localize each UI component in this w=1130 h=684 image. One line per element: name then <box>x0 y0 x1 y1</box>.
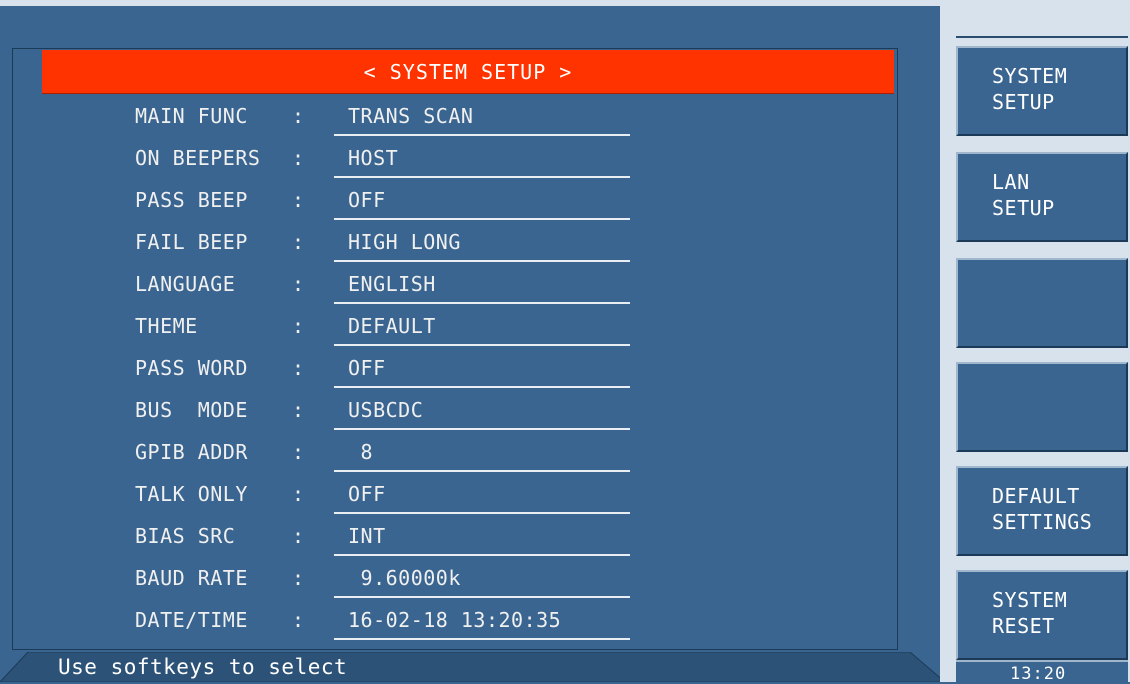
setting-value-underline <box>334 134 630 136</box>
softkey-empty-3[interactable] <box>956 258 1128 348</box>
setting-value-underline <box>334 512 630 514</box>
setting-row[interactable]: GPIB ADDR: 8 <box>0 432 900 474</box>
setting-separator: : <box>292 356 305 380</box>
setting-label: LANGUAGE <box>135 272 236 296</box>
setting-row[interactable]: BIAS SRC: INT <box>0 516 900 558</box>
status-bar: Use softkeys to select <box>0 652 945 682</box>
page-title: < SYSTEM SETUP > <box>42 50 894 94</box>
setting-row[interactable]: ON BEEPERS: HOST <box>0 138 900 180</box>
setting-row[interactable]: BUS MODE: USBCDC <box>0 390 900 432</box>
setting-value[interactable]: HIGH LONG <box>348 230 461 254</box>
setting-label: MAIN FUNC <box>135 104 248 128</box>
softkey-label-line2: RESET <box>992 614 1055 638</box>
setting-value-underline <box>334 344 630 346</box>
setting-label: TALK ONLY <box>135 482 248 506</box>
setting-row[interactable]: LANGUAGE: ENGLISH <box>0 264 900 306</box>
setting-row[interactable]: TALK ONLY: OFF <box>0 474 900 516</box>
setting-separator: : <box>292 566 305 590</box>
status-message: Use softkeys to select <box>58 655 348 679</box>
setting-separator: : <box>292 524 305 548</box>
clock: 13:20 <box>1010 664 1067 684</box>
setting-label: GPIB ADDR <box>135 440 248 464</box>
setting-label: ON BEEPERS <box>135 146 261 170</box>
setting-value-underline <box>334 176 630 178</box>
setting-value-underline <box>334 218 630 220</box>
setting-value[interactable]: 8 <box>348 440 373 464</box>
softkey-default-settings[interactable]: DEFAULT SETTINGS <box>956 466 1128 556</box>
setting-separator: : <box>292 482 305 506</box>
setting-value[interactable]: HOST <box>348 146 398 170</box>
setting-row[interactable]: DATE/TIME: 16-02-18 13:20:35 <box>0 600 900 642</box>
setting-value-underline <box>334 470 630 472</box>
setting-value-underline <box>334 302 630 304</box>
setting-row[interactable]: BAUD RATE: 9.60000k <box>0 558 900 600</box>
setting-value-underline <box>334 386 630 388</box>
setting-separator: : <box>292 146 305 170</box>
setting-label: THEME <box>135 314 198 338</box>
setting-row[interactable]: PASS BEEP: OFF <box>0 180 900 222</box>
softkey-lan-setup[interactable]: LAN SETUP <box>956 152 1128 242</box>
setting-value[interactable]: 9.60000k <box>348 566 461 590</box>
softkey-label-line2: SETTINGS <box>992 510 1093 534</box>
setting-label: FAIL BEEP <box>135 230 248 254</box>
setting-value[interactable]: 16-02-18 13:20:35 <box>348 608 561 632</box>
setting-value[interactable]: DEFAULT <box>348 314 436 338</box>
softkey-system-reset[interactable]: SYSTEM RESET <box>956 570 1128 660</box>
setting-value-underline <box>334 596 630 598</box>
setting-value-underline <box>334 260 630 262</box>
softkey-empty-4[interactable] <box>956 362 1128 452</box>
setting-value[interactable]: INT <box>348 524 386 548</box>
softkey-label-line1: LAN <box>992 170 1030 194</box>
softkey-label-line1: SYSTEM <box>992 64 1068 88</box>
instrument-screen: < SYSTEM SETUP > MAIN FUNC: TRANS SCAN ON … <box>0 0 1130 684</box>
setting-value-underline <box>334 554 630 556</box>
setting-label: PASS WORD <box>135 356 248 380</box>
setting-value[interactable]: OFF <box>348 188 386 212</box>
softkey-label-line1: DEFAULT <box>992 484 1080 508</box>
setting-row[interactable]: FAIL BEEP: HIGH LONG <box>0 222 900 264</box>
setting-separator: : <box>292 104 305 128</box>
softkey-label-line2: SETUP <box>992 90 1055 114</box>
setting-label: BIAS SRC <box>135 524 236 548</box>
softkey-divider <box>956 36 1128 38</box>
setting-label: BUS MODE <box>135 398 248 422</box>
setting-separator: : <box>292 188 305 212</box>
setting-row[interactable]: PASS WORD: OFF <box>0 348 900 390</box>
setting-value-underline <box>334 638 630 640</box>
softkey-label-line2: SETUP <box>992 196 1055 220</box>
setting-label: DATE/TIME <box>135 608 248 632</box>
setting-separator: : <box>292 398 305 422</box>
softkey-system-setup[interactable]: SYSTEM SETUP <box>956 46 1128 136</box>
setting-row[interactable]: THEME: DEFAULT <box>0 306 900 348</box>
setting-separator: : <box>292 272 305 296</box>
setting-value[interactable]: TRANS SCAN <box>348 104 473 128</box>
setting-value-underline <box>334 428 630 430</box>
setting-separator: : <box>292 230 305 254</box>
setting-separator: : <box>292 608 305 632</box>
setting-separator: : <box>292 314 305 338</box>
setting-value[interactable]: OFF <box>348 356 386 380</box>
setting-value[interactable]: OFF <box>348 482 386 506</box>
setting-label: PASS BEEP <box>135 188 248 212</box>
top-border <box>0 0 940 6</box>
setting-value[interactable]: ENGLISH <box>348 272 436 296</box>
softkey-label-line1: SYSTEM <box>992 588 1068 612</box>
setting-row[interactable]: MAIN FUNC: TRANS SCAN <box>0 96 900 138</box>
setting-separator: : <box>292 440 305 464</box>
setting-value[interactable]: USBCDC <box>348 398 423 422</box>
setting-label: BAUD RATE <box>135 566 248 590</box>
